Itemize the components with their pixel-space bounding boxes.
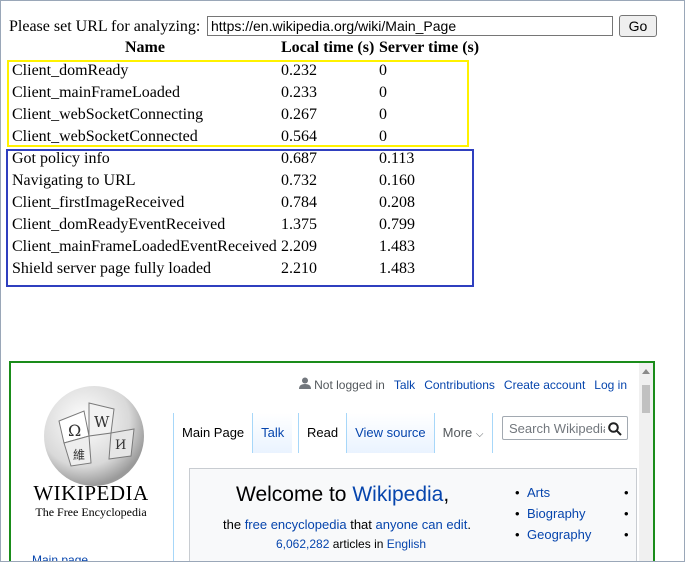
not-logged-in-text: Not logged in — [314, 378, 385, 392]
more-label: More — [442, 425, 473, 440]
row-name: Client_domReady — [12, 62, 129, 79]
url-input[interactable]: https://en.wikipedia.org/wiki/Main_Page — [207, 16, 613, 36]
tab-more[interactable]: More ⌵ — [435, 413, 493, 453]
tab-read[interactable]: Read — [298, 413, 348, 453]
sub-end: . — [467, 517, 471, 532]
row-server-time: 0 — [379, 106, 387, 123]
portal-list: Arts Biography Geography — [515, 485, 591, 548]
header-name: Name — [125, 39, 165, 56]
row-server-time: 0 — [379, 84, 387, 101]
user-status: Not logged in — [299, 377, 385, 392]
user-navigation: Not logged in Talk Contributions Create … — [299, 377, 627, 392]
english-link[interactable]: English — [387, 537, 426, 551]
bullet: • — [624, 485, 629, 500]
wikipedia-globe-icon[interactable]: Ω W И 維 — [39, 381, 149, 491]
bullet: • — [624, 527, 629, 542]
welcome-suffix: , — [443, 483, 450, 506]
row-local-time: 0.732 — [281, 172, 317, 189]
wikipedia-wordmark: WIKIPEDIA — [33, 481, 149, 505]
tab-main-page[interactable]: Main Page — [173, 413, 254, 453]
namespace-tabs: Main Page Talk — [173, 413, 293, 453]
tab-talk[interactable]: Talk — [253, 413, 293, 453]
view-tabs: Read View source More ⌵ — [298, 413, 493, 453]
search-icon[interactable] — [608, 422, 622, 436]
page-preview[interactable]: Ω W И 維 WIKIPEDIA The Free Encyclopedia … — [9, 361, 655, 561]
search-placeholder: Search Wikipedia — [509, 421, 605, 436]
row-name: Got policy info — [12, 150, 110, 167]
article-count: 6,062,282 articles in English — [276, 537, 426, 551]
welcome-title: Welcome to Wikipedia, — [236, 483, 449, 507]
row-name: Client_webSocketConnecting — [12, 106, 204, 123]
free-encyclopedia-link[interactable]: free encyclopedia — [245, 517, 347, 532]
article-count-link[interactable]: 6,062,282 — [276, 537, 329, 551]
count-mid: articles in — [329, 537, 387, 551]
go-button[interactable]: Go — [619, 15, 657, 37]
row-name: Client_mainFrameLoadedEventReceived — [12, 238, 277, 255]
row-name: Client_webSocketConnected — [12, 128, 198, 145]
row-local-time: 0.687 — [281, 150, 317, 167]
row-local-time: 2.209 — [281, 238, 317, 255]
row-name: Client_domReadyEventReceived — [12, 216, 226, 233]
contributions-link[interactable]: Contributions — [424, 378, 495, 392]
row-server-time: 0.799 — [379, 216, 415, 233]
row-local-time: 0.232 — [281, 62, 317, 79]
row-server-time: 1.483 — [379, 238, 415, 255]
welcome-prefix: Welcome to — [236, 483, 353, 506]
row-server-time: 0 — [379, 62, 387, 79]
bullet: • — [624, 506, 629, 521]
row-server-time: 0.160 — [379, 172, 415, 189]
anyone-can-edit-link[interactable]: anyone can edit — [376, 517, 468, 532]
row-name: Client_firstImageReceived — [12, 194, 185, 211]
chevron-down-icon: ⌵ — [475, 429, 484, 440]
create-account-link[interactable]: Create account — [504, 378, 585, 392]
user-icon — [299, 377, 312, 389]
search-input[interactable]: Search Wikipedia — [502, 416, 628, 440]
row-name: Shield server page fully loaded — [12, 260, 212, 277]
header-server-time: Server time (s) — [379, 39, 480, 56]
row-server-time: 0.113 — [379, 150, 415, 167]
svg-text:W: W — [94, 413, 110, 431]
row-local-time: 0.233 — [281, 84, 317, 101]
portal-list-second-column: • • • — [624, 485, 629, 548]
row-local-time: 1.375 — [281, 216, 317, 233]
tab-view-source[interactable]: View source — [347, 413, 435, 453]
scrollbar[interactable] — [639, 363, 653, 561]
sidebar-link-main-page[interactable]: Main page — [32, 553, 88, 561]
row-local-time: 0.784 — [281, 194, 317, 211]
content-border — [173, 453, 174, 561]
portal-biography-link[interactable]: Biography — [515, 506, 591, 527]
analyzer-window: Please set URL for analyzing: https://en… — [0, 0, 685, 562]
header-local-time: Local time (s) — [281, 39, 375, 56]
row-local-time: 0.267 — [281, 106, 317, 123]
welcome-subtitle: the free encyclopedia that anyone can ed… — [223, 517, 471, 532]
scroll-thumb[interactable] — [642, 385, 650, 413]
svg-text:維: 維 — [73, 448, 85, 462]
url-row: Please set URL for analyzing: https://en… — [9, 15, 657, 39]
portal-geography-link[interactable]: Geography — [515, 527, 591, 548]
row-server-time: 0 — [379, 128, 387, 145]
row-server-time: 0.208 — [379, 194, 415, 211]
portal-arts-link[interactable]: Arts — [515, 485, 591, 506]
user-talk-link[interactable]: Talk — [394, 378, 415, 392]
row-local-time: 0.564 — [281, 128, 317, 145]
welcome-wikipedia-link[interactable]: Wikipedia — [352, 483, 443, 506]
scroll-up-arrow-icon[interactable] — [642, 369, 650, 374]
row-name: Client_mainFrameLoaded — [12, 84, 180, 101]
url-label: Please set URL for analyzing: — [9, 18, 201, 35]
svg-text:Ω: Ω — [68, 421, 81, 440]
sub-the: the — [223, 517, 245, 532]
sub-that: that — [346, 517, 376, 532]
wikipedia-tagline: The Free Encyclopedia — [35, 505, 147, 519]
row-name: Navigating to URL — [12, 172, 136, 189]
login-link[interactable]: Log in — [594, 378, 627, 392]
svg-text:И: И — [115, 438, 126, 453]
row-local-time: 2.210 — [281, 260, 317, 277]
row-server-time: 1.483 — [379, 260, 415, 277]
welcome-box: Welcome to Wikipedia, the free encyclope… — [189, 468, 637, 561]
